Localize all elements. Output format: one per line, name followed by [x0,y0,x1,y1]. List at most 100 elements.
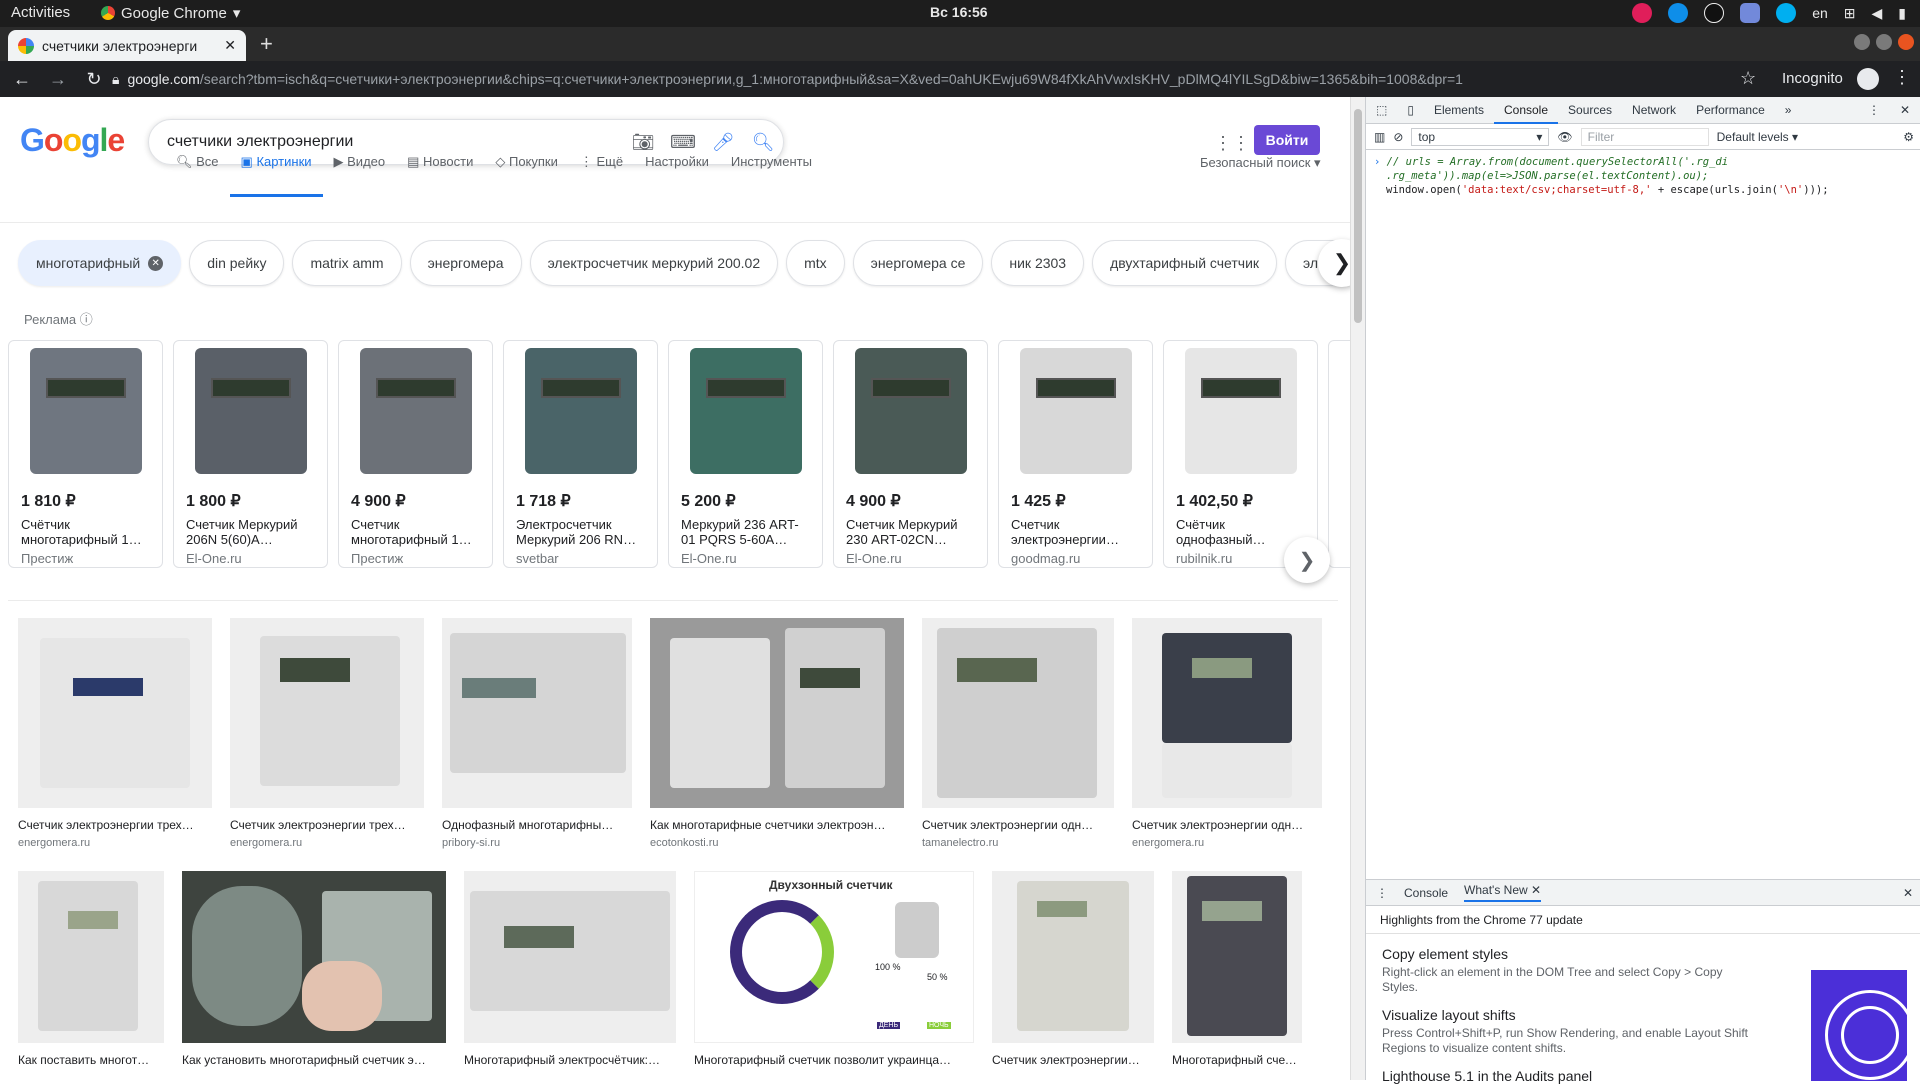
image-result[interactable]: Счетчик электроэнергии одн… energomera.ru [1132,618,1322,849]
tab-elements[interactable]: Elements [1424,97,1494,124]
incognito-icon[interactable] [1857,68,1879,90]
close-icon[interactable]: ✕ [1531,883,1541,897]
keyboard-icon[interactable]: ⌨ [663,132,703,153]
sign-in-button[interactable]: Войти [1254,125,1320,155]
ad-card[interactable]: 4 900 ₽ Счетчик Меркурий 230 ART-02CN… El-… [833,340,988,568]
close-tab-icon[interactable]: ✕ [224,37,236,54]
slack-icon[interactable] [1632,3,1653,23]
tab-more[interactable]: ⋮ Ещё [569,155,634,197]
address-bar[interactable]: 🔒︎ google.com/search?tbm=isch&q=счетчики… [112,67,1762,91]
result-caption[interactable]: Счетчик электроэнергии трех… [230,818,424,832]
back-arrow-icon[interactable]: ← [8,69,36,90]
image-result[interactable]: Как поставить многот… [18,871,164,1067]
camera-icon[interactable]: 📷︎ [623,132,663,153]
drawer-menu-icon[interactable]: ⋮ [1376,886,1388,900]
image-result[interactable]: Счетчик электроэнергии одн… tamanelectro.… [922,618,1114,849]
tab-settings[interactable]: Настройки [634,155,720,197]
result-caption[interactable]: Многотарифный счет… [1172,1053,1302,1067]
chrome-menu-icon[interactable]: ⋮ [1893,67,1911,88]
app-menu[interactable]: Google Chrome ▾ [101,4,240,22]
chip[interactable]: двухтарифный счетчик [1092,240,1278,286]
ad-title[interactable]: Счётчик многотарифный 1… [21,517,150,547]
volume-icon[interactable]: ◀ [1872,5,1883,22]
browser-tab[interactable]: счетчики электроэнерги ✕ [8,30,246,61]
discord-icon[interactable] [1740,3,1761,23]
image-result[interactable]: Двухзонный счетчик 100 % 50 % ДЕНЬ НОЧЬ … [694,871,974,1067]
filter-input[interactable]: Filter [1580,127,1709,146]
chip[interactable]: энергомера [409,240,522,286]
skype-icon[interactable] [1776,3,1797,23]
ad-title[interactable]: Счетчик Меркурий 230 ART-02CN… [846,517,975,547]
ad-card[interactable]: 1 718 ₽ Электросчетчик Меркурий 206 RN… sv… [503,340,658,568]
close-window-button[interactable] [1898,34,1914,50]
image-result[interactable]: Счетчик электроэнергии трех… energomera.r… [230,618,424,849]
forward-arrow-icon[interactable]: → [44,69,72,90]
chip[interactable]: ник 2303 [991,240,1085,286]
scrollbar-thumb[interactable] [1354,109,1362,323]
ad-card-partial[interactable] [1328,340,1350,568]
battery-icon[interactable]: ▮ [1898,5,1906,22]
ad-card[interactable]: 5 200 ₽ Меркурий 236 ART-01 PQRS 5-60A… El… [668,340,823,568]
result-caption[interactable]: Однофазный многотарифны… [442,818,632,832]
ad-card[interactable]: 4 900 ₽ Счетчик многотарифный 1… Престиж [338,340,493,568]
ad-title[interactable]: Счетчик электроэнергии… [1011,517,1140,547]
image-result[interactable]: Многотарифный счет… [1172,871,1302,1067]
close-drawer-icon[interactable]: ✕ [1903,886,1913,900]
news-title[interactable]: Copy element styles [1382,946,1752,962]
chip-selected[interactable]: многотарифный ✕ [18,240,182,286]
chip[interactable]: энергомера ce [852,240,984,286]
new-tab-button[interactable]: + [260,31,273,57]
ad-card[interactable]: 1 402,50 ₽ Счётчик однофазный… rubilnik.ru [1163,340,1318,568]
ad-card[interactable]: 1 425 ₽ Счетчик электроэнергии… goodmag.ru [998,340,1153,568]
image-result[interactable]: Счетчик электроэнергии трех… energomera.r… [18,618,212,849]
search-icon[interactable]: 🔍︎ [743,132,783,153]
activities-button[interactable]: Activities [11,4,70,21]
maximize-button[interactable] [1876,34,1892,50]
news-title[interactable]: Lighthouse 5.1 in the Audits panel [1382,1068,1752,1084]
image-result[interactable]: Как установить многотарифный счетчик э… [182,871,446,1067]
result-caption[interactable]: Многотарифный счетчик позволит украинца… [694,1053,974,1067]
image-result[interactable]: Счетчик электроэнергии… [992,871,1154,1067]
log-levels-dropdown[interactable]: Default levels ▾ [1717,130,1798,144]
image-result[interactable]: Однофазный многотарифны… pribory-si.ru [442,618,632,849]
close-devtools-icon[interactable]: ✕ [1890,97,1920,124]
reload-icon[interactable]: ↻ [80,69,108,90]
devtools-menu-icon[interactable]: ⋮ [1858,97,1890,124]
device-toolbar-icon[interactable]: ▯ [1397,97,1424,124]
minimize-button[interactable] [1854,34,1870,50]
inspect-element-icon[interactable]: ⬚ [1366,97,1397,124]
tab-tools[interactable]: Инструменты [720,155,823,197]
language-indicator[interactable]: en [1812,5,1828,21]
more-tabs-icon[interactable]: » [1775,97,1802,124]
ad-title[interactable]: Счетчик многотарифный 1… [351,517,480,547]
bookmark-star-icon[interactable]: ☆ [1740,68,1756,89]
eye-icon[interactable]: 👁︎ [1557,130,1572,144]
page-scrollbar[interactable] [1350,97,1365,1080]
tab-network[interactable]: Network [1622,97,1686,124]
search-input[interactable]: счетчики электроэнергии [167,133,623,151]
tab-console[interactable]: Console [1493,97,1559,124]
tab-sources[interactable]: Sources [1558,97,1622,124]
result-caption[interactable]: Счетчик электроэнергии… [992,1053,1154,1067]
chevron-right-icon[interactable]: ❯ [1284,537,1330,583]
ad-card[interactable]: 1 810 ₽ Счётчик многотарифный 1… Престиж [8,340,163,568]
result-caption[interactable]: Счетчик электроэнергии трех… [18,818,212,832]
result-caption[interactable]: Как многотарифные счетчики электроэн… [650,818,904,832]
drawer-tab-whats-new[interactable]: What's New ✕ [1464,883,1542,902]
clear-console-icon[interactable]: ⊘ [1393,130,1403,144]
clock[interactable]: Вс 16:56 [930,4,988,20]
chip[interactable]: mtx [786,240,845,286]
ad-title[interactable]: Счетчик Меркурий 206N 5(60)A… [186,517,315,547]
close-icon[interactable]: ✕ [148,255,164,271]
ad-card[interactable]: 1 800 ₽ Счетчик Меркурий 206N 5(60)A… El-O… [173,340,328,568]
console-input[interactable]: › // urls = Array.from(document.querySel… [1374,155,1914,197]
upwork-icon[interactable] [1704,3,1725,23]
chip[interactable]: din рейку [189,240,285,286]
result-caption[interactable]: Счетчик электроэнергии одн… [1132,818,1322,832]
news-title[interactable]: Visualize layout shifts [1382,1007,1752,1023]
settings-gear-icon[interactable]: ⚙ [1903,130,1914,144]
ad-title[interactable]: Счётчик однофазный… [1176,517,1305,547]
chip[interactable]: matrix amm [292,240,402,286]
ad-title[interactable]: Электросчетчик Меркурий 206 RN… [516,517,645,547]
google-logo[interactable]: Google [20,122,125,159]
